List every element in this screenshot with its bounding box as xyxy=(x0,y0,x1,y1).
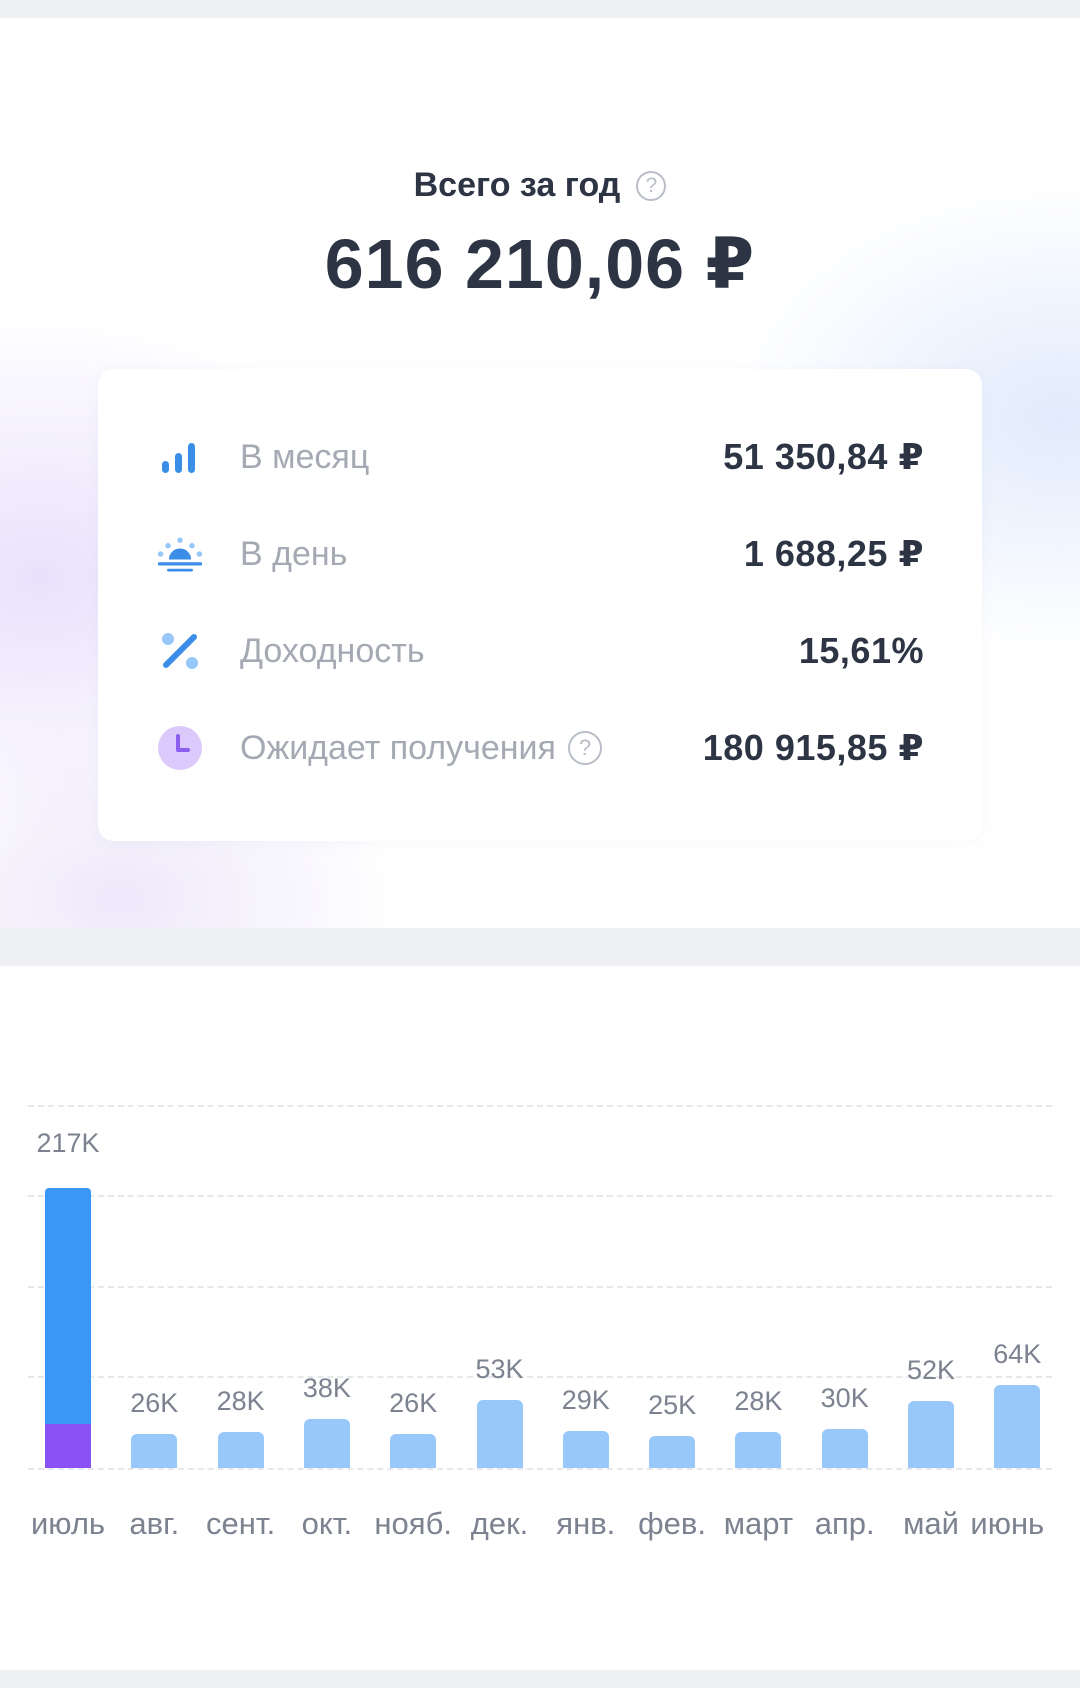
monthly-income-chart: 217K июль 26K авг. 28K сент. 38K окт. 26K нояб. 53… xyxy=(0,966,1080,1670)
bar-нояб.[interactable] xyxy=(390,1434,437,1468)
bar-апр.[interactable] xyxy=(821,1429,868,1468)
bar-сент.[interactable] xyxy=(217,1431,264,1468)
stat-value: 180 915,85 ₽ xyxy=(702,727,924,768)
bar-фев.[interactable] xyxy=(649,1435,696,1468)
percent-icon xyxy=(156,627,204,675)
stat-row-pending: Ожидает получения ? 180 915,85 ₽ xyxy=(156,718,924,778)
year-summary-panel: Всего за год ? 616 210,06 ₽ В месяц 51 3… xyxy=(0,18,1080,928)
stat-row-day: В день 1 688,25 ₽ xyxy=(156,524,924,584)
help-icon[interactable]: ? xyxy=(567,731,602,765)
bar-июнь[interactable] xyxy=(994,1385,1041,1468)
total-year-header: Всего за год ? xyxy=(0,166,1080,205)
grid-line xyxy=(28,1105,1052,1107)
grid-line xyxy=(28,1286,1052,1288)
bar-value-label: 30K xyxy=(820,1383,869,1414)
bar-chart-icon xyxy=(156,433,204,481)
stat-label: Ожидает получения ? xyxy=(240,729,602,768)
stat-label: В месяц xyxy=(240,437,370,476)
stats-card: В месяц 51 350,84 ₽ В день 1 688,25 ₽ До… xyxy=(98,369,982,841)
total-year-title: Всего за год xyxy=(413,166,621,204)
bar-value-label: 26K xyxy=(389,1388,438,1419)
grid-line xyxy=(28,1468,1052,1470)
bar-segment-lower[interactable] xyxy=(45,1424,91,1468)
stat-label: Доходность xyxy=(240,631,425,670)
bar-авг.[interactable] xyxy=(131,1434,178,1468)
bar-value-label: 38K xyxy=(302,1372,351,1403)
bar-value-label: 53K xyxy=(475,1353,524,1384)
bar-value-label: 26K xyxy=(130,1388,179,1419)
clock-icon xyxy=(156,724,204,772)
bar-окт.[interactable] xyxy=(303,1418,350,1468)
stat-value: 1 688,25 ₽ xyxy=(743,533,924,574)
bar-value-label: 28K xyxy=(734,1385,783,1416)
stat-value: 15,61% xyxy=(798,630,924,671)
bar-value-label: 217K xyxy=(36,1128,100,1158)
stat-label-text: Ожидает получения xyxy=(240,728,556,767)
sunrise-icon xyxy=(156,530,204,578)
bar-value-label: 25K xyxy=(648,1389,697,1420)
bar-value-label: 64K xyxy=(993,1339,1042,1370)
stat-label: В день xyxy=(240,534,348,573)
bar-value-label: 52K xyxy=(906,1354,956,1385)
month-label[interactable]: июнь xyxy=(952,1506,1062,1542)
bar-value-label: 29K xyxy=(561,1384,610,1415)
bar-дек.[interactable] xyxy=(476,1399,523,1468)
top-strip xyxy=(0,0,1080,18)
bar-май[interactable] xyxy=(908,1400,954,1468)
bar-янв.[interactable] xyxy=(562,1430,609,1468)
bar-value-label: 28K xyxy=(216,1385,265,1416)
bar-март[interactable] xyxy=(735,1431,782,1468)
grid-line xyxy=(28,1195,1052,1197)
bar-июль[interactable] xyxy=(45,1188,91,1425)
total-year-value: 616 210,06 ₽ xyxy=(324,225,756,303)
stat-row-yield: Доходность 15,61% xyxy=(156,621,924,681)
help-icon[interactable]: ? xyxy=(636,170,667,201)
stat-row-month: В месяц 51 350,84 ₽ xyxy=(156,427,924,487)
stat-value: 51 350,84 ₽ xyxy=(723,436,924,477)
